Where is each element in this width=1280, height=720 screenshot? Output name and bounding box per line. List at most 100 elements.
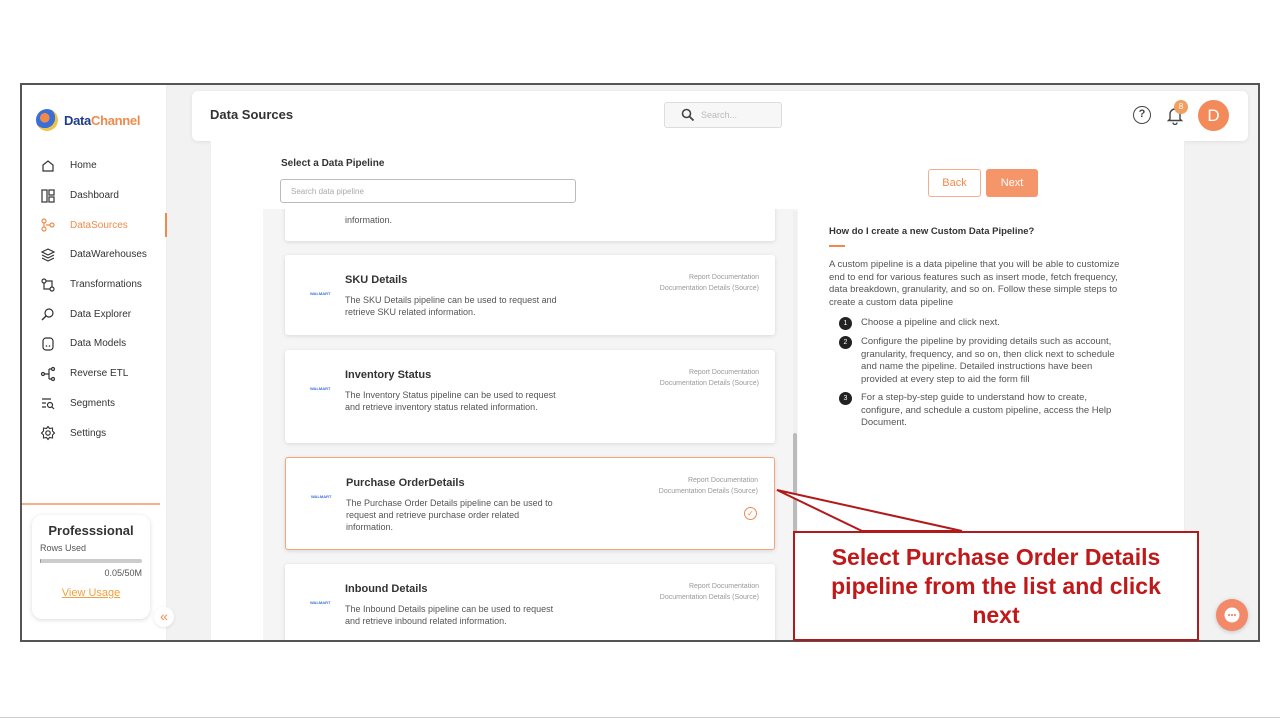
logo-text: DataChannel (64, 112, 141, 128)
sidebar-item-label: Home (70, 160, 97, 172)
documentation-details-link[interactable]: Documentation Details (Source) (659, 486, 758, 497)
pipeline-card-name: Inventory Status (345, 369, 432, 381)
pipeline-card-selected[interactable]: WALMART Purchase OrderDetails The Purcha… (285, 457, 775, 550)
pipeline-card-name: SKU Details (345, 274, 408, 286)
sidebar-item-datasources[interactable]: DataSources (22, 210, 167, 240)
sidebar-item-data-explorer[interactable]: Data Explorer (22, 299, 167, 329)
selected-check-icon: ✓ (744, 507, 757, 520)
rows-used-label: Rows Used (40, 543, 87, 553)
avatar[interactable]: D (1198, 100, 1229, 131)
search-icon (681, 108, 695, 122)
search-placeholder: Search... (701, 110, 738, 120)
plan-title: Professsional (48, 523, 134, 538)
walmart-logo-icon: WALMART (311, 494, 332, 499)
datasources-icon (40, 217, 56, 233)
documentation-details-link[interactable]: Documentation Details (Source) (660, 592, 759, 603)
help-icon[interactable]: ? (1133, 106, 1151, 124)
pipeline-card[interactable]: WALMART SKU Details The SKU Details pipe… (285, 255, 775, 335)
sidebar-item-segments[interactable]: Segments (22, 389, 167, 419)
pipeline-list[interactable]: information. WALMART SKU Details The SKU… (263, 209, 798, 640)
collapse-sidebar-icon[interactable]: « (154, 607, 174, 627)
sidebar-item-label: Data Models (70, 338, 127, 350)
walmart-logo-icon: WALMART (310, 291, 331, 296)
data-models-icon (40, 336, 56, 352)
step-number: 1 (839, 317, 852, 330)
help-body: A custom pipeline is a data pipeline tha… (829, 259, 1120, 308)
sidebar-item-label: Reverse ETL (70, 368, 129, 380)
pipeline-card-desc: information. (345, 215, 393, 225)
report-documentation-link[interactable]: Report Documentation (660, 581, 759, 592)
sidebar-item-label: Transformations (70, 279, 142, 291)
documentation-details-link[interactable]: Documentation Details (Source) (660, 283, 759, 294)
logo[interactable]: DataChannel (36, 109, 140, 131)
report-documentation-link[interactable]: Report Documentation (660, 367, 759, 378)
sidebar-item-data-models[interactable]: Data Models (22, 329, 167, 359)
back-button[interactable]: Back (928, 169, 981, 197)
sidebar-item-label: Segments (70, 397, 116, 409)
documentation-details-link[interactable]: Documentation Details (Source) (660, 378, 759, 389)
help-steps: 1 Choose a pipeline and click next. 2 Co… (839, 317, 1129, 436)
sidebar-item-label: Data Explorer (70, 308, 132, 320)
select-pipeline-label: Select a Data Pipeline (281, 158, 385, 169)
next-button[interactable]: Next (986, 169, 1038, 197)
dashboard-icon (40, 188, 56, 204)
step-number: 3 (839, 392, 852, 405)
page-title: Data Sources (210, 107, 294, 122)
pipeline-card-name: Purchase OrderDetails (346, 477, 465, 489)
step-text: Configure the pipeline by providing deta… (861, 336, 1115, 385)
step-number: 2 (839, 336, 852, 349)
sidebar-item-label: DataWarehouses (70, 249, 147, 261)
report-documentation-link[interactable]: Report Documentation (659, 475, 758, 486)
sidebar-item-label: Settings (70, 427, 107, 439)
pipeline-card-desc: The Purchase Order Details pipeline can … (346, 498, 553, 532)
segments-icon (40, 395, 56, 411)
sidebar-item-dashboard[interactable]: Dashboard (22, 181, 167, 211)
home-icon (40, 158, 56, 174)
sidebar-item-settings[interactable]: Settings (22, 418, 167, 448)
notification-badge: 8 (1174, 100, 1188, 114)
sidebar-nav: Home Dashboard DataSources DataWarehouse… (22, 151, 167, 448)
sidebar-item-reverse-etl[interactable]: Reverse ETL (22, 359, 167, 389)
logo-mark-icon (36, 109, 58, 131)
usage-value: 0.05/50M (104, 568, 142, 578)
pipeline-search-input[interactable]: Search data pipeline (280, 179, 576, 203)
settings-icon (40, 425, 56, 441)
pipeline-card-partial[interactable]: information. (285, 209, 775, 241)
annotation-text: Select Purchase Order Details pipeline f… (831, 543, 1161, 628)
pipeline-card-desc: The Inventory Status pipeline can be use… (345, 390, 556, 412)
sidebar-item-home[interactable]: Home (22, 151, 167, 181)
pipeline-card[interactable]: WALMART Inbound Details The Inbound Deta… (285, 564, 775, 640)
help-title: How do I create a new Custom Data Pipeli… (829, 226, 1035, 237)
pipeline-card-links: Report Documentation Documentation Detai… (660, 272, 759, 294)
data-explorer-icon (40, 306, 56, 322)
pipeline-card-links: Report Documentation Documentation Detai… (660, 581, 759, 603)
sidebar-item-label: DataSources (70, 219, 128, 231)
header: Data Sources Search... ? 8 D (192, 91, 1248, 141)
pipeline-card-links: Report Documentation Documentation Detai… (660, 367, 759, 389)
pipeline-card-desc: The SKU Details pipeline can be used to … (345, 295, 557, 317)
step-text: Choose a pipeline and click next. (861, 317, 1000, 328)
slide-bottom-line (0, 717, 1280, 718)
help-step: 2 Configure the pipeline by providing de… (839, 336, 1129, 386)
walmart-logo-icon: WALMART (310, 600, 331, 605)
transformations-icon (40, 277, 56, 293)
sidebar: DataChannel Home Dashboard DataSources D… (22, 85, 167, 640)
sidebar-item-transformations[interactable]: Transformations (22, 270, 167, 300)
sidebar-item-label: Dashboard (70, 190, 119, 202)
view-usage-link[interactable]: View Usage (40, 587, 142, 599)
annotation-callout: Select Purchase Order Details pipeline f… (793, 531, 1199, 641)
sidebar-item-datawarehouses[interactable]: DataWarehouses (22, 240, 167, 270)
chat-icon[interactable] (1216, 599, 1248, 631)
pipeline-card[interactable]: WALMART Inventory Status The Inventory S… (285, 350, 775, 443)
report-documentation-link[interactable]: Report Documentation (660, 272, 759, 283)
pipeline-card-desc: The Inbound Details pipeline can be used… (345, 604, 554, 626)
search-input[interactable]: Search... (664, 102, 782, 128)
plan-divider (22, 503, 160, 505)
reverse-etl-icon (40, 366, 56, 382)
usage-progress-bar (40, 559, 142, 563)
help-title-underline (829, 245, 845, 247)
walmart-logo-icon: WALMART (310, 386, 331, 391)
pipeline-card-name: Inbound Details (345, 583, 428, 595)
pipeline-card-links: Report Documentation Documentation Detai… (659, 475, 758, 497)
step-text: For a step-by-step guide to understand h… (861, 392, 1112, 428)
